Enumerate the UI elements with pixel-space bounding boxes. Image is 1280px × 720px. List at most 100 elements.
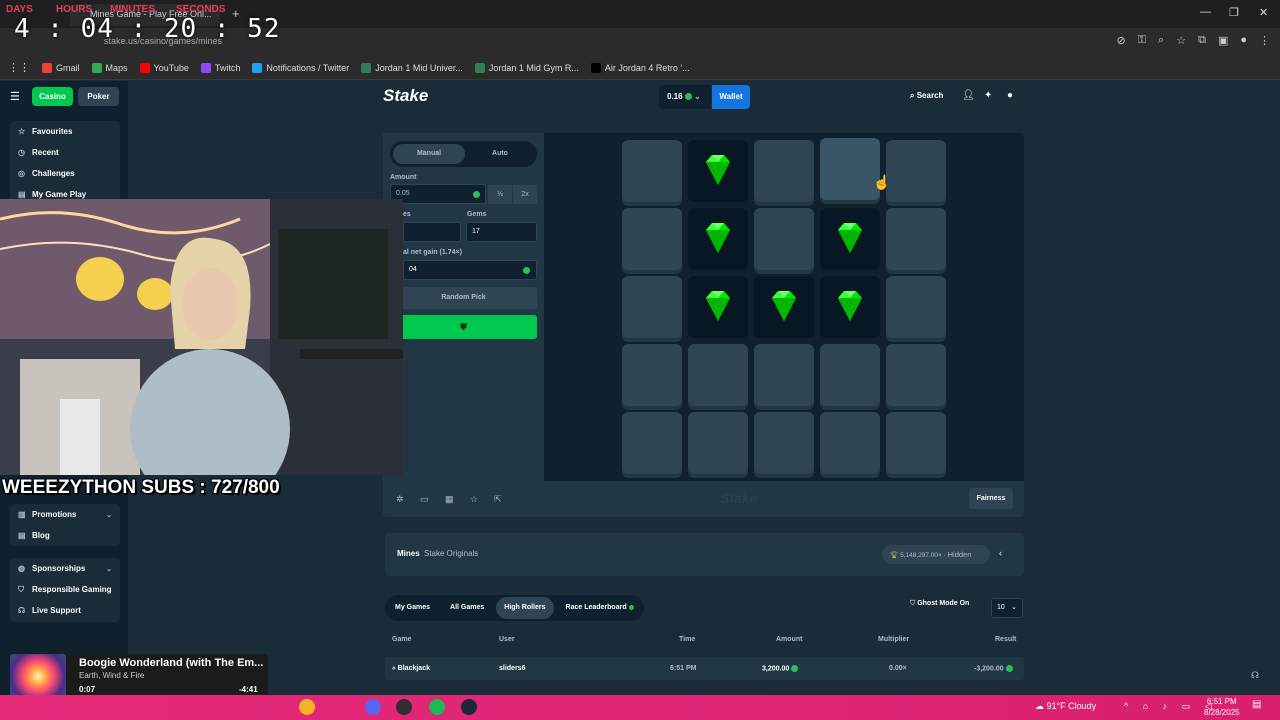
star-icon[interactable]: ☆ — [1176, 34, 1186, 47]
popout-icon[interactable]: ⇱ — [494, 494, 502, 505]
restore-icon[interactable]: ❐ — [1229, 6, 1239, 19]
row-time: 6:51 PM — [670, 665, 697, 672]
casino-button[interactable]: Casino — [32, 87, 73, 106]
hidden-tile[interactable] — [622, 412, 682, 474]
hidden-tile[interactable] — [886, 208, 946, 270]
notification-icon[interactable]: ✦ — [984, 90, 992, 101]
hidden-tile[interactable] — [688, 412, 748, 474]
sidebar-item-promotions[interactable]: ▥ Promotions ⌄ — [10, 504, 120, 525]
sidebar-item-blog[interactable]: ▤ Blog — [10, 525, 120, 546]
bookmark-jordan-2[interactable]: Jordan 1 Mid Gym R... — [474, 62, 579, 73]
random-pick-button[interactable]: Random Pick — [390, 287, 537, 309]
settings-icon[interactable]: ✲ — [396, 494, 404, 505]
hidden-tile[interactable] — [820, 138, 880, 200]
key-icon[interactable]: ⚿ — [1138, 34, 1146, 47]
sidepanel-icon[interactable]: ▣ — [1218, 34, 1228, 47]
sidebar-mid-group: ▥ Promotions ⌄ ▤ Blog — [10, 504, 120, 546]
hidden-tile[interactable] — [754, 140, 814, 202]
table-row[interactable] — [385, 657, 1024, 680]
hidden-tile[interactable] — [622, 276, 682, 338]
row-game-label: Blackjack — [397, 665, 430, 672]
hidden-tile[interactable] — [886, 276, 946, 338]
double-button[interactable]: 2x — [513, 185, 537, 204]
hidden-tile[interactable] — [688, 344, 748, 406]
sidebar-item-favourites[interactable]: ☆ Favourites — [10, 121, 120, 142]
tab-all-games[interactable]: All Games — [442, 597, 492, 619]
menu-icon[interactable]: ⋮ — [1259, 34, 1270, 47]
song-artist: Earth, Wind & Fire — [79, 671, 145, 680]
tab-high-rollers[interactable]: High Rollers — [496, 597, 554, 619]
cursor-icon: ☝ — [873, 174, 891, 190]
bookmark-jordan-1[interactable]: Jordan 1 Mid Univer... — [361, 62, 463, 73]
taskbar-clock[interactable]: 6:51 PM 8/28/2025 — [1204, 696, 1240, 718]
weather-widget[interactable]: ☁ 91°F Cloudy — [1035, 701, 1096, 712]
hidden-tile[interactable] — [622, 140, 682, 202]
ghost-mode-toggle[interactable]: ⛉ Ghost Mode On — [910, 600, 969, 608]
tab-race-leaderboard[interactable]: Race Leaderboard — [558, 597, 642, 619]
sidebar-item-live-support[interactable]: ☊ Live Support — [10, 600, 120, 621]
extensions-icon[interactable]: ⧉ — [1198, 34, 1206, 47]
sidebar-item-responsible-gaming[interactable]: ⛉ Responsible Gaming — [10, 579, 120, 600]
minimize-icon[interactable]: — — [1200, 6, 1211, 18]
hamburger-icon[interactable]: ☰ — [10, 90, 20, 103]
mines-select[interactable] — [403, 222, 461, 242]
live-chat-icon[interactable]: ☊ — [1251, 670, 1259, 681]
row-result: -3,200.00 — [974, 665, 1013, 672]
hidden-tile[interactable] — [820, 344, 880, 406]
rows-select[interactable]: 10 ⌄ — [991, 598, 1023, 618]
bookmark-youtube[interactable]: YouTube — [139, 62, 189, 73]
fairness-button[interactable]: Fairness — [969, 488, 1013, 509]
clock-icon: ◷ — [18, 148, 25, 157]
sidebar-item-challenges[interactable]: ◎ Challenges — [10, 163, 120, 184]
hidden-tile[interactable] — [886, 140, 946, 202]
row-user[interactable]: sliders6 — [499, 665, 525, 672]
manual-tab[interactable]: Manual — [393, 144, 465, 164]
poker-button[interactable]: Poker — [78, 87, 119, 106]
tab-my-games[interactable]: My Games — [387, 597, 438, 619]
hidden-tile[interactable] — [886, 412, 946, 474]
hidden-tile[interactable] — [754, 412, 814, 474]
user-icon[interactable]: 👤︎ — [962, 90, 975, 101]
spotify-icon[interactable] — [429, 699, 445, 715]
theatre-icon[interactable]: ▭ — [420, 494, 429, 505]
chrome-icon[interactable] — [299, 699, 315, 715]
obs-icon[interactable] — [396, 699, 412, 715]
stats-icon[interactable]: ▦ — [445, 494, 454, 505]
row-game[interactable]: ♠ Blackjack — [392, 665, 430, 672]
half-button[interactable]: ½ — [488, 185, 512, 204]
chat-icon[interactable]: ● — [1007, 90, 1013, 101]
hidden-tile[interactable] — [754, 344, 814, 406]
close-icon[interactable]: ✕ — [1259, 6, 1268, 19]
search-button[interactable]: ⌕ Search — [910, 91, 943, 101]
coin-icon — [1005, 665, 1013, 672]
wallet-button[interactable]: Wallet — [712, 85, 750, 109]
bookmark-gmail[interactable]: Gmail — [42, 62, 80, 73]
sidebar-item-sponsorships[interactable]: ◍ Sponsorships ⌄ — [10, 558, 120, 579]
bookmark-jordan-3[interactable]: Air Jordan 4 Retro '... — [590, 62, 690, 73]
hidden-tile[interactable] — [622, 208, 682, 270]
bookmark-twitch[interactable]: Twitch — [200, 62, 240, 73]
amount-input[interactable]: 0.05 — [390, 184, 486, 204]
hidden-tile[interactable] — [754, 208, 814, 270]
bookmark-twitter[interactable]: Notifications / Twitter — [252, 62, 349, 73]
steam-icon[interactable] — [461, 699, 477, 715]
balance-selector[interactable]: 0.16 ⌄ — [659, 85, 711, 109]
hidden-tile[interactable] — [886, 344, 946, 406]
zoom-icon[interactable]: ⌕ — [1158, 34, 1164, 47]
chevron-left-icon[interactable]: ‹ — [999, 548, 1002, 558]
stake-logo[interactable]: Stake — [383, 86, 428, 106]
cashout-button[interactable]: ⛊ — [390, 315, 537, 339]
hidden-tile[interactable] — [622, 344, 682, 406]
profile-icon[interactable]: ● — [1240, 34, 1247, 47]
coin-icon — [473, 191, 480, 198]
bookmark-maps[interactable]: Maps — [91, 62, 128, 73]
discord-icon[interactable] — [365, 699, 381, 715]
auto-tab[interactable]: Auto — [465, 144, 535, 164]
sidebar-item-recent[interactable]: ◷ Recent — [10, 142, 120, 163]
hidden-tile[interactable] — [820, 412, 880, 474]
mute-icon[interactable]: ⊘ — [1116, 34, 1125, 47]
notification-center-icon[interactable]: ▤ — [1252, 699, 1268, 715]
gmail-icon — [42, 62, 52, 73]
favourite-icon[interactable]: ☆ — [470, 494, 478, 505]
apps-icon[interactable]: ⋮⋮ — [8, 61, 30, 74]
